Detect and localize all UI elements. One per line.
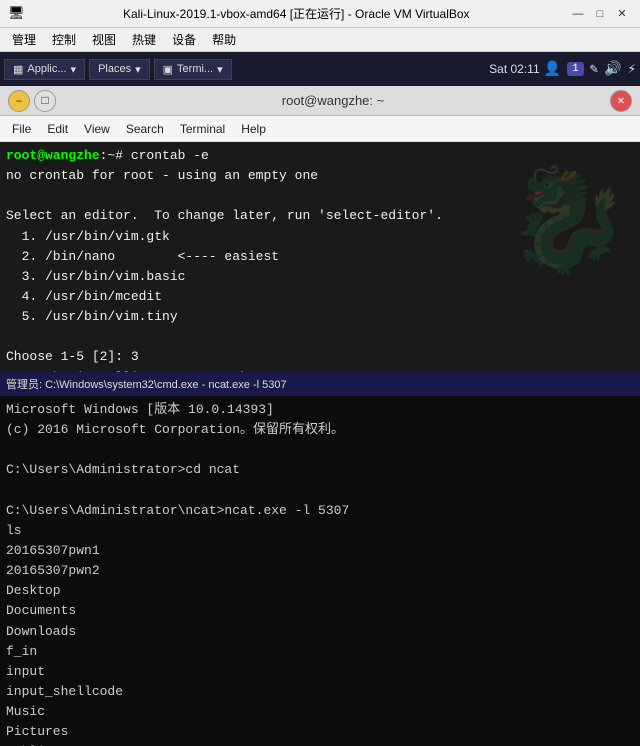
cmd-line-10: Desktop — [6, 581, 634, 601]
kali-line-12: crontab: installing new crontab — [6, 368, 634, 372]
vbox-close-button[interactable]: ✕ — [612, 4, 632, 24]
vbox-menu-view[interactable]: 视图 — [84, 29, 124, 50]
terminal-menubar: File Edit View Search Terminal Help — [0, 116, 640, 142]
cmd-line-16: Music — [6, 702, 634, 722]
applic-icon: ▦ — [13, 63, 23, 76]
terminal-close-controls: ✕ — [610, 90, 632, 112]
vbox-menu-device[interactable]: 设备 — [164, 29, 204, 50]
taskbar-places-label: Places — [98, 63, 131, 75]
terminal-menu-view[interactable]: View — [76, 120, 118, 138]
vm-content: ▦ Applic... ▾ Places ▾ ▣ Termi... ▾ Sat … — [0, 52, 640, 746]
cmd-terminal[interactable]: Microsoft Windows [版本 10.0.14393] (c) 20… — [0, 396, 640, 746]
vbox-title: Kali-Linux-2019.1-vbox-amd64 [正在运行] - Or… — [25, 5, 568, 22]
terminal-menu-help[interactable]: Help — [233, 120, 274, 138]
cmd-line-17: Pictures — [6, 722, 634, 742]
terminal-menu-terminal[interactable]: Terminal — [172, 120, 233, 138]
sound-icon: 🔊 — [604, 61, 621, 78]
cmd-line-11: Documents — [6, 601, 634, 621]
taskbar-terminal-label: Termi... — [177, 63, 213, 75]
kali-terminal[interactable]: 🐉 root@wangzhe:~# crontab -e no crontab … — [0, 142, 640, 372]
vbox-menubar: 管理 控制 视图 热键 设备 帮助 — [0, 28, 640, 52]
kali-line-3 — [6, 186, 634, 206]
cmd-line-4: C:\Users\Administrator>cd ncat — [6, 460, 634, 480]
cmd-line-15: input_shellcode — [6, 682, 634, 702]
kali-line-8: 4. /usr/bin/mcedit — [6, 287, 634, 307]
cmd-line-13: f_in — [6, 642, 634, 662]
taskbar-places-button[interactable]: Places ▾ — [89, 59, 150, 80]
terminal-content: 🐉 root@wangzhe:~# crontab -e no crontab … — [0, 142, 640, 746]
cmd-line-3 — [6, 440, 634, 460]
terminal-title: root@wangzhe: ~ — [56, 93, 610, 108]
cmd-titlebar: 管理员: C:\Windows\system32\cmd.exe - ncat.… — [0, 372, 640, 396]
kali-line-4: Select an editor. To change later, run '… — [6, 206, 634, 226]
vbox-menu-help[interactable]: 帮助 — [204, 29, 244, 50]
kali-line-5: 1. /usr/bin/vim.gtk — [6, 227, 634, 247]
cmd-line-7: ls — [6, 521, 634, 541]
cmd-line-1: Microsoft Windows [版本 10.0.14393] — [6, 400, 634, 420]
kali-line-9: 5. /usr/bin/vim.tiny — [6, 307, 634, 327]
terminal-titlebar: – □ root@wangzhe: ~ ✕ — [0, 86, 640, 116]
applic-chevron-icon: ▾ — [71, 63, 77, 76]
terminal-menu-edit[interactable]: Edit — [39, 120, 76, 138]
cmd-line-5 — [6, 481, 634, 501]
cmd-line-9: 20165307pwn2 — [6, 561, 634, 581]
kali-line-11: Choose 1-5 [2]: 3 — [6, 347, 634, 367]
taskbar-right-icons: 👤 1 ✎ 🔊 ⚡ — [544, 61, 636, 78]
terminal-menu-search[interactable]: Search — [118, 120, 172, 138]
kali-line-2: no crontab for root - using an empty one — [6, 166, 634, 186]
vbox-menu-hotkey[interactable]: 热键 — [124, 29, 164, 50]
taskbar-clock: Sat 02:11 — [489, 62, 539, 76]
taskbar-applic-label: Applic... — [27, 63, 66, 75]
kali-line-1: root@wangzhe:~# crontab -e — [6, 146, 634, 166]
vbox-menu-manage[interactable]: 管理 — [4, 29, 44, 50]
terminal-maximize-button[interactable]: □ — [34, 90, 56, 112]
terminal-window-controls: – □ — [8, 90, 56, 112]
workspace-badge[interactable]: 1 — [567, 62, 584, 76]
power-icon: ⚡ — [628, 61, 636, 78]
pen-icon: ✎ — [590, 61, 598, 78]
cmd-line-6: C:\Users\Administrator\ncat>ncat.exe -l … — [6, 501, 634, 521]
places-chevron-icon: ▾ — [135, 63, 141, 76]
cmd-line-2: (c) 2016 Microsoft Corporation。保留所有权利。 — [6, 420, 634, 440]
vbox-menu-control[interactable]: 控制 — [44, 29, 84, 50]
taskbar-terminal-button[interactable]: ▣ Termi... ▾ — [154, 59, 232, 80]
terminal-close-button[interactable]: ✕ — [610, 90, 632, 112]
vbox-minimize-button[interactable]: — — [568, 4, 588, 24]
terminal-menu-file[interactable]: File — [4, 120, 39, 138]
terminal-chevron-icon: ▾ — [217, 63, 223, 76]
vbox-titlebar: 🖥 Kali-Linux-2019.1-vbox-amd64 [正在运行] - … — [0, 0, 640, 28]
kali-line-7: 3. /usr/bin/vim.basic — [6, 267, 634, 287]
cmd-line-18: Public — [6, 742, 634, 746]
cmd-line-12: Downloads — [6, 622, 634, 642]
user-icon: 👤 — [544, 61, 561, 78]
cmd-line-14: input — [6, 662, 634, 682]
terminal-minimize-button[interactable]: – — [8, 90, 30, 112]
kali-line-10 — [6, 327, 634, 347]
cmd-title-text: 管理员: C:\Windows\system32\cmd.exe - ncat.… — [6, 376, 287, 392]
vbox-window-controls: — □ ✕ — [568, 4, 632, 24]
virtualbox-window: 🖥 Kali-Linux-2019.1-vbox-amd64 [正在运行] - … — [0, 0, 640, 746]
kali-line-6: 2. /bin/nano <---- easiest — [6, 247, 634, 267]
terminal-small-icon: ▣ — [163, 63, 173, 76]
taskbar-applic-button[interactable]: ▦ Applic... ▾ — [4, 59, 85, 80]
cmd-line-8: 20165307pwn1 — [6, 541, 634, 561]
vbox-maximize-button[interactable]: □ — [590, 4, 610, 24]
vm-taskbar: ▦ Applic... ▾ Places ▾ ▣ Termi... ▾ Sat … — [0, 52, 640, 86]
